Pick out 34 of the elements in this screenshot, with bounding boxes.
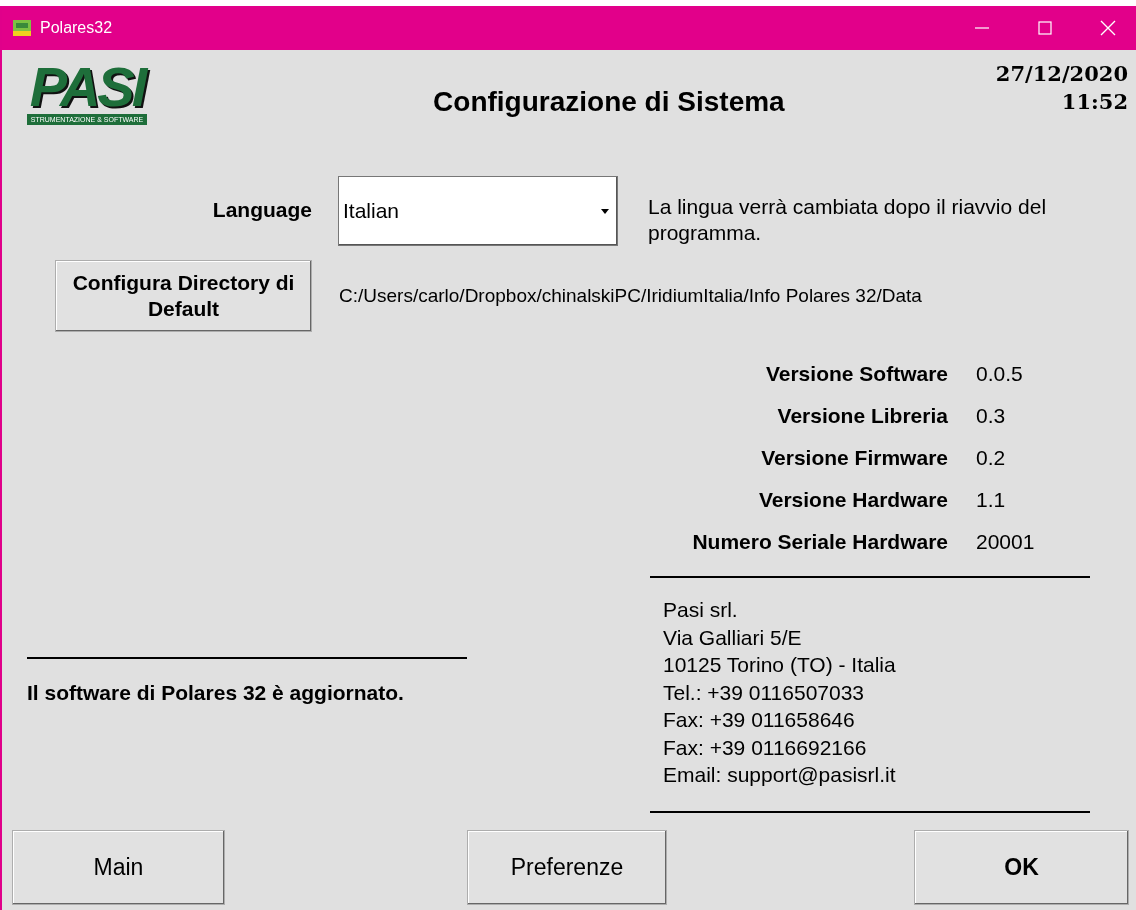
date-text: 27/12/2020 [995, 60, 1128, 88]
version-value: 0.0.5 [976, 362, 1024, 386]
dropdown-caret-icon [601, 208, 609, 214]
contact-line: Fax: +39 011658646 [663, 707, 856, 733]
language-note: La lingua verrà cambiata dopo il riavvio del programma. [648, 194, 1048, 246]
version-value: 0.3 [976, 404, 1007, 428]
close-icon[interactable] [1100, 20, 1116, 36]
contact-line: 10125 Torino (TO) - Italia [663, 652, 897, 678]
page-title: Configurazione di Sistema [432, 86, 786, 118]
language-label: Language [211, 198, 312, 222]
version-label: Versione Hardware [757, 488, 948, 512]
window-title: Polares32 [40, 19, 113, 37]
contact-line: Via Galliari 5/E [663, 624, 803, 651]
version-label: Versione Software [764, 362, 948, 386]
footer-button[interactable]: OK [914, 830, 1129, 905]
configure-directory-button[interactable]: Configura Directory di Default [55, 260, 312, 332]
directory-path: C:/Users/carlo/Dropbox/chinalskiPC/IridiumItalia/Info Polares 32/Data [339, 285, 922, 307]
version-value: 0.2 [976, 446, 1007, 470]
version-label: Versione Firmware [760, 446, 948, 470]
version-label: Versione Libreria [776, 404, 948, 428]
version-label: Numero Seriale Hardware [691, 530, 948, 554]
time-text: 11:52 [1061, 88, 1128, 116]
contact-line: Pasi srl. [663, 597, 739, 623]
footer-button[interactable]: Main [12, 830, 225, 905]
contact-line: Email: support@pasisrl.it [663, 762, 897, 788]
contact-line: Fax: +39 0116692166 [663, 734, 868, 761]
version-value: 1.1 [976, 488, 1007, 512]
contact-line: Tel.: +39 0116507033 [663, 679, 866, 706]
version-value: 20001 [976, 530, 1036, 554]
app-icon [12, 18, 32, 38]
update-status: Il software di Polares 32 è aggiornato. [27, 681, 405, 705]
language-dropdown[interactable]: Italian [338, 176, 618, 246]
maximize-icon[interactable] [1038, 21, 1052, 35]
footer-button[interactable]: Preferenze [467, 830, 667, 905]
